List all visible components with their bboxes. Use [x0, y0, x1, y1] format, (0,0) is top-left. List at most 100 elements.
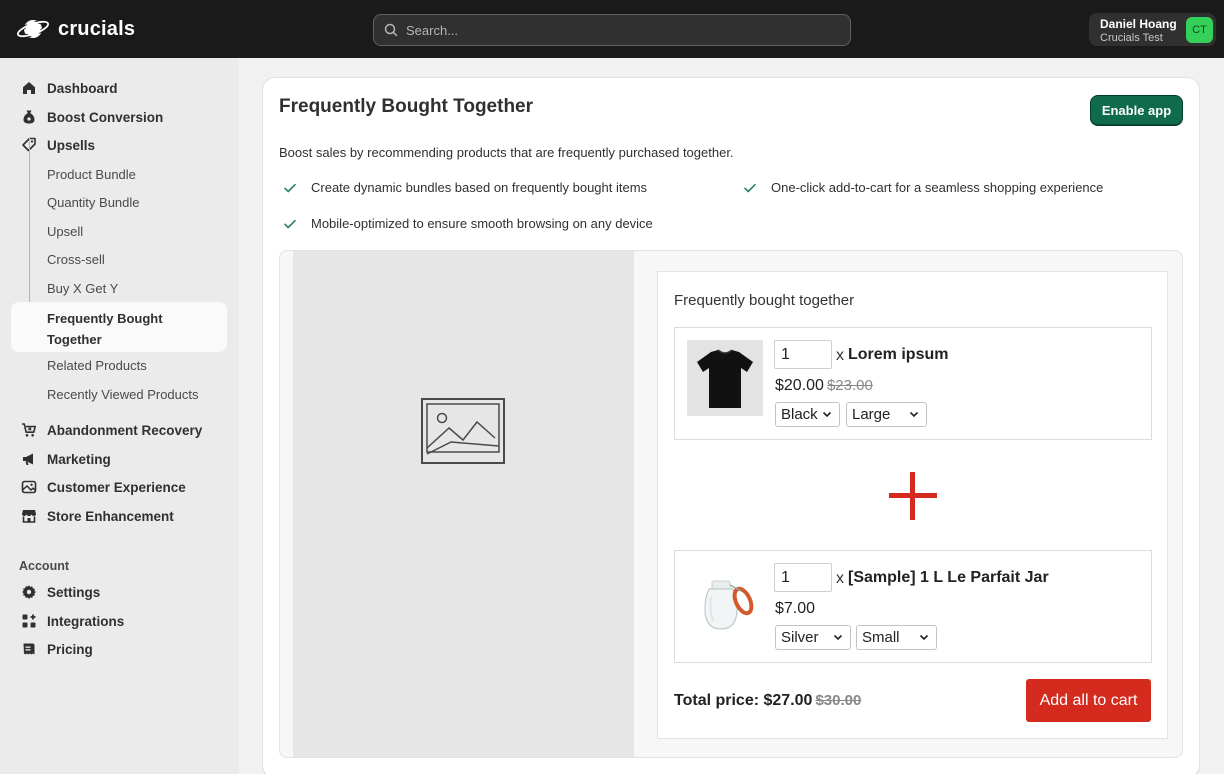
total-price-label: Total price: $27.00 [674, 692, 813, 709]
times-sign: x [836, 570, 844, 587]
plus-icon [889, 472, 937, 520]
sidebar-item-label: Dashboard [47, 80, 118, 96]
times-sign: x [836, 347, 844, 364]
select-value: Small [862, 629, 900, 646]
feature-text: Mobile-optimized to ensure smooth browsi… [311, 216, 653, 231]
sidebar-subitem-label: Product Bundle [47, 167, 136, 182]
sidebar-item-label: Integrations [47, 613, 125, 629]
check-icon [284, 183, 296, 192]
product-compare-price: $23.00 [826, 377, 873, 394]
sidebar-item-marketing[interactable]: Marketing [11, 445, 227, 473]
sidebar-subitem-product-bundle[interactable]: Product Bundle [11, 160, 227, 188]
sidebar-item-customer-experience[interactable]: Customer Experience [11, 473, 227, 501]
sidebar-subitem-label: Recently Viewed Products [47, 387, 199, 402]
home-icon [23, 82, 35, 94]
search-input[interactable] [406, 22, 826, 38]
check-icon [284, 219, 296, 228]
tshirt-thumbnail [687, 340, 763, 416]
product-price-group: $20.00 $23.00 [775, 377, 873, 395]
sidebar-subitem-buy-x-get-y[interactable]: Buy X Get Y [11, 274, 227, 302]
sidebar-item-label: Marketing [47, 451, 111, 467]
planet-logo-icon [16, 20, 50, 38]
sidebar-item-dashboard[interactable]: Dashboard [11, 74, 227, 102]
quantity-input[interactable] [774, 563, 832, 592]
image-placeholder-icon [421, 398, 505, 464]
select-value: Black [781, 406, 818, 423]
store-name: Crucials Test [1100, 32, 1163, 44]
sidebar-item-pricing[interactable]: Pricing [11, 635, 227, 663]
sidebar-subitem-cross-sell[interactable]: Cross-sell [11, 245, 227, 273]
variant-select-color[interactable]: Silver [775, 625, 851, 650]
sidebar: Dashboard Boost Conversion Upsells Produ… [0, 58, 239, 774]
jar-thumbnail [687, 563, 763, 639]
chevron-down-icon [909, 411, 919, 418]
avatar: CT [1186, 17, 1213, 43]
search-bar[interactable] [373, 14, 851, 46]
sidebar-item-label: Boost Conversion [47, 109, 164, 125]
chevron-down-icon [822, 411, 832, 418]
sidebar-item-label: Upsells [47, 137, 96, 153]
chevron-down-icon [919, 634, 929, 641]
sidebar-item-label: Customer Experience [47, 479, 186, 495]
page-description: Boost sales by recommending products tha… [279, 145, 734, 160]
sidebar-subitem-label: Related Products [47, 358, 147, 373]
money-bag-icon [23, 110, 35, 124]
receipt-icon [23, 643, 35, 655]
quantity-input[interactable] [774, 340, 832, 369]
sidebar-item-settings[interactable]: Settings [11, 578, 227, 606]
product-name: [Sample] 1 L Le Parfait Jar [848, 569, 1049, 586]
user-menu[interactable]: Daniel Hoang Crucials Test CT [1089, 13, 1216, 46]
user-name: Daniel Hoang [1100, 17, 1177, 31]
gear-icon [22, 585, 36, 599]
select-value: Silver [781, 629, 819, 646]
sidebar-subitem-label: Quantity Bundle [47, 195, 140, 210]
sidebar-item-upsells[interactable]: Upsells [11, 131, 227, 159]
sidebar-subitem-related-products[interactable]: Related Products [11, 351, 227, 379]
check-icon [744, 183, 756, 192]
feature-item: One-click add-to-cart for a seamless sho… [743, 180, 1103, 195]
apps-icon [22, 614, 36, 628]
feature-item: Create dynamic bundles based on frequent… [283, 180, 647, 195]
sidebar-subitem-upsell[interactable]: Upsell [11, 217, 227, 245]
variant-select-size[interactable]: Large [846, 402, 927, 427]
sidebar-subitem-label: Cross-sell [47, 252, 105, 267]
chevron-down-icon [833, 634, 843, 641]
sidebar-item-abandonment-recovery[interactable]: Abandonment Recovery [11, 416, 227, 444]
account-section-heading: Account [19, 559, 69, 573]
feature-text: One-click add-to-cart for a seamless sho… [771, 180, 1104, 195]
sidebar-item-label: Settings [47, 584, 101, 600]
search-icon [384, 23, 398, 37]
total-compare-price: $30.00 [815, 692, 862, 709]
bundle-product-row: x Lorem ipsum $20.00$23.00 Black Large [674, 327, 1152, 440]
product-price: $7.00 [775, 600, 816, 617]
sidebar-item-store-enhancement[interactable]: Store Enhancement [11, 502, 227, 530]
select-value: Large [852, 406, 891, 423]
add-all-to-cart-button[interactable]: Add all to cart [1026, 679, 1151, 722]
sidebar-subitem-recently-viewed-products[interactable]: Recently Viewed Products [11, 380, 227, 408]
app-logo[interactable]: crucials [16, 15, 135, 43]
store-icon [22, 510, 36, 523]
sidebar-item-integrations[interactable]: Integrations [11, 607, 227, 635]
megaphone-icon [23, 453, 33, 465]
top-bar: crucials Daniel Hoang Crucials Test CT [0, 0, 1224, 58]
feature-text: Create dynamic bundles based on frequent… [311, 180, 648, 195]
product-name: Lorem ipsum [848, 346, 949, 363]
enable-app-button[interactable]: Enable app [1090, 95, 1183, 126]
total-price: Total price: $27.00 $30.00 [674, 692, 861, 710]
widget-title: Frequently bought together [674, 292, 855, 309]
sidebar-item-boost-conversion[interactable]: Boost Conversion [11, 103, 227, 131]
variant-select-color[interactable]: Black [775, 402, 840, 427]
app-card: Frequently Bought Together Enable app Bo… [263, 78, 1199, 774]
sidebar-item-label: Pricing [47, 641, 93, 657]
sidebar-subitem-quantity-bundle[interactable]: Quantity Bundle [11, 188, 227, 216]
sidebar-subitem-frequently-bought-together[interactable]: Frequently Bought Together [11, 302, 227, 352]
feature-item: Mobile-optimized to ensure smooth browsi… [283, 216, 653, 231]
variant-select-size[interactable]: Small [856, 625, 937, 650]
image-icon [21, 480, 37, 494]
page-title: Frequently Bought Together [279, 96, 534, 117]
brand-name: crucials [58, 17, 136, 40]
product-price-group: $7.00 [775, 600, 815, 618]
sidebar-item-label: Abandonment Recovery [47, 422, 203, 438]
product-image-placeholder [293, 251, 634, 757]
bundle-product-row: x [Sample] 1 L Le Parfait Jar $7.00 Silv… [674, 550, 1152, 663]
